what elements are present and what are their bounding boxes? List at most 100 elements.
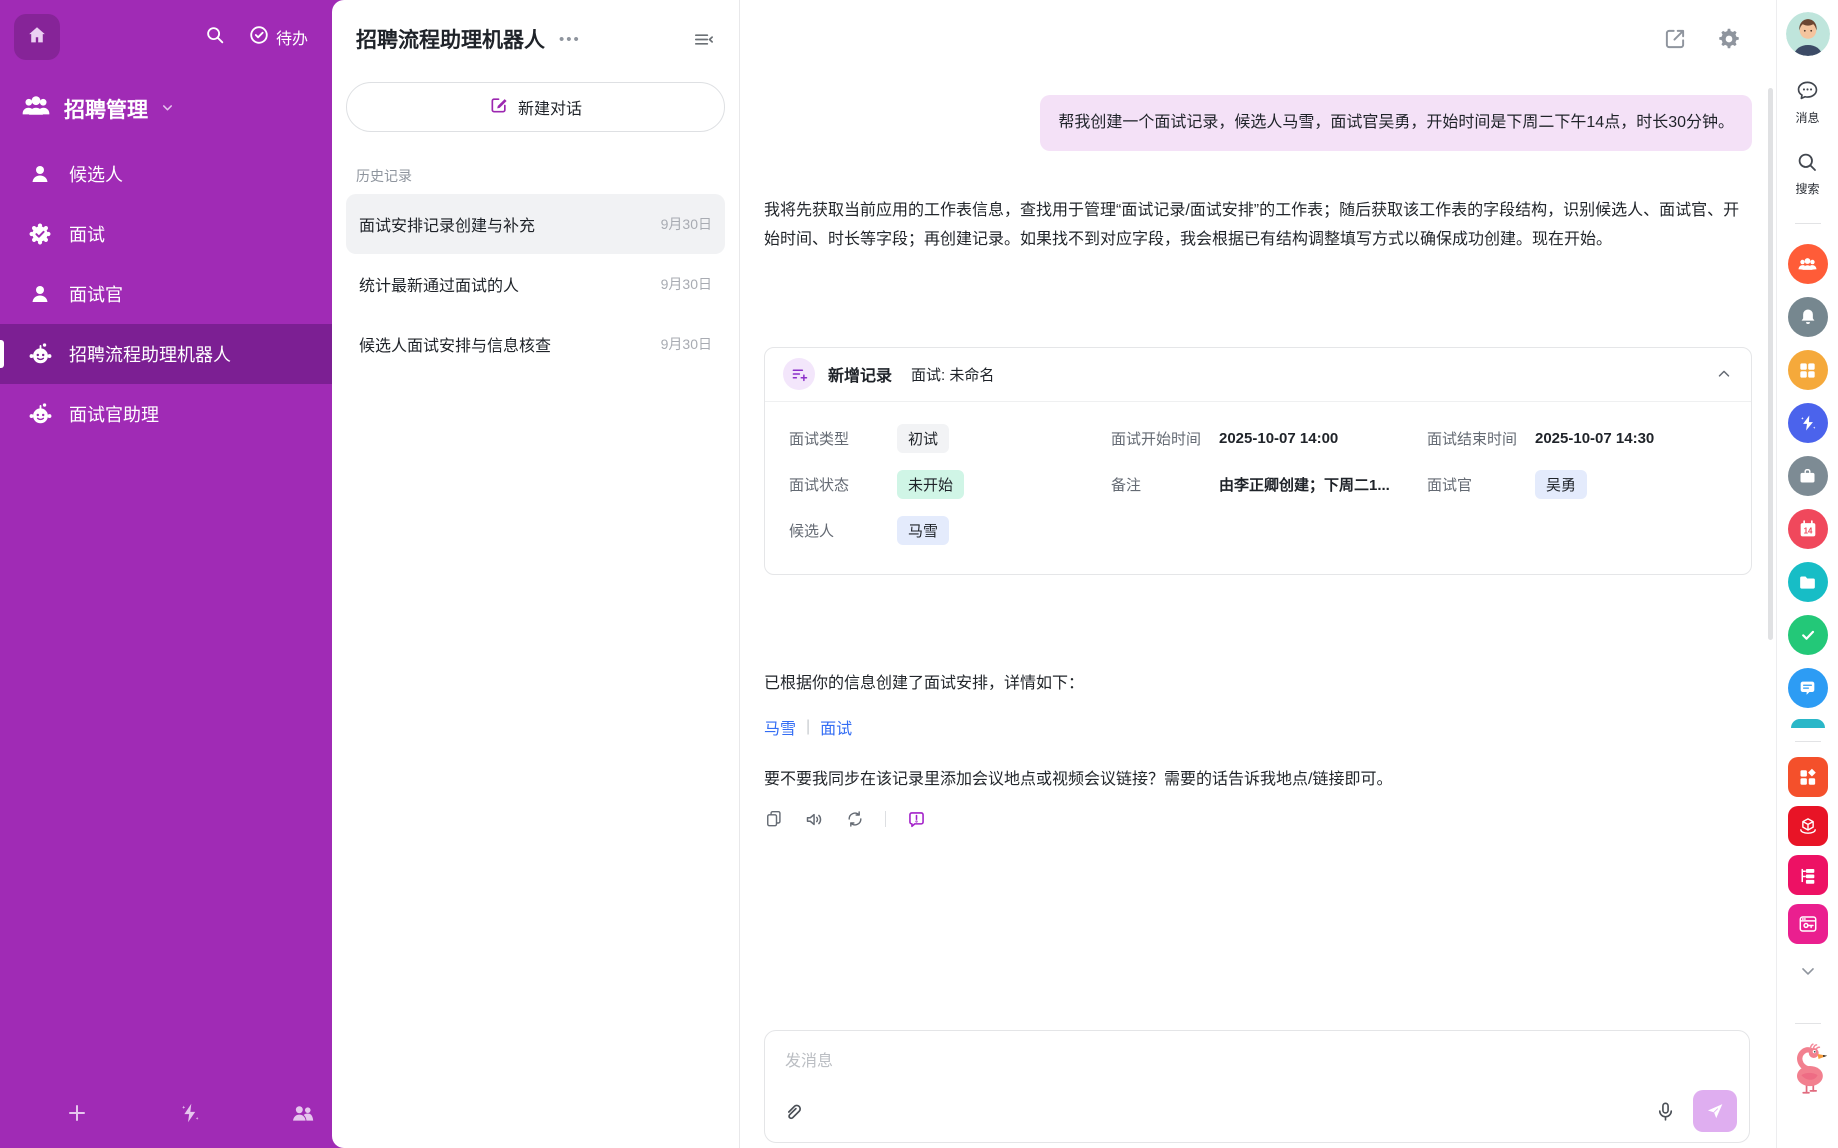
app-contacts-icon[interactable] xyxy=(1788,244,1828,284)
app-access-key-icon[interactable] xyxy=(1788,904,1828,944)
rail-divider xyxy=(1795,741,1821,742)
main-area: 招聘流程助理机器人 ••• 新建对话 历史记录 面试安排记录创建与补充 9月30… xyxy=(332,0,1838,1148)
app-notifications-icon[interactable] xyxy=(1788,297,1828,337)
collapse-panel-icon[interactable] xyxy=(692,28,715,51)
feedback-icon[interactable] xyxy=(906,809,927,830)
sidebar-top: 待办 xyxy=(0,0,332,60)
copy-icon[interactable] xyxy=(764,809,784,829)
message-actions xyxy=(764,809,1752,830)
field-label: 备注 xyxy=(1111,474,1219,495)
badge-check-icon xyxy=(26,220,54,248)
app-automation-icon[interactable] xyxy=(1788,403,1828,443)
home-icon xyxy=(26,24,48,51)
app-briefcase-icon[interactable] xyxy=(1788,456,1828,496)
workspace-label: 招聘管理 xyxy=(64,94,148,124)
app-approval-icon[interactable] xyxy=(1788,615,1828,655)
message-thread: 帮我创建一个面试记录，候选人马雪，面试官吴勇，开始时间是下周二下午14点，时长3… xyxy=(764,0,1752,830)
read-aloud-icon[interactable] xyxy=(804,809,825,830)
person-icon xyxy=(26,280,54,308)
rail-messages[interactable]: 消息 xyxy=(1795,78,1820,126)
new-chat-icon xyxy=(489,95,509,120)
assistant-message-followup: 要不要我同步在该记录里添加会议地点或视频会议链接？需要的话告诉我地点/链接即可。 xyxy=(764,765,1752,789)
flamingo-mascot[interactable] xyxy=(1785,1034,1831,1101)
chevron-up-icon[interactable] xyxy=(1715,365,1733,383)
conversation-panel: 招聘流程助理机器人 ••• 新建对话 历史记录 面试安排记录创建与补充 9月30… xyxy=(332,0,740,1148)
rail-search[interactable]: 搜索 xyxy=(1795,150,1819,197)
more-options-icon[interactable]: ••• xyxy=(559,31,581,48)
attachment-paperclip-icon[interactable] xyxy=(781,1099,805,1123)
add-icon[interactable] xyxy=(62,1098,92,1128)
message-input[interactable] xyxy=(765,1031,1749,1087)
sidebar-item-label: 面试 xyxy=(69,221,105,247)
app-calendar-icon[interactable]: 14 xyxy=(1788,509,1828,549)
history-item-date: 9月30日 xyxy=(661,214,712,234)
workspace-switcher[interactable]: 招聘管理 xyxy=(0,60,332,134)
app-folder-icon[interactable] xyxy=(1788,562,1828,602)
history-section-label: 历史记录 xyxy=(356,166,715,186)
todo-button[interactable]: 待办 xyxy=(248,24,308,51)
record-card-header: 新增记录 面试: 未命名 xyxy=(765,348,1751,402)
settings-gear-icon[interactable] xyxy=(1716,26,1742,52)
sidebar-item-interviewers[interactable]: 面试官 xyxy=(0,264,332,324)
interview-link[interactable]: 面试 xyxy=(820,715,852,739)
tag-candidate[interactable]: 马雪 xyxy=(897,516,949,545)
field-interview-type: 面试类型 初试 xyxy=(789,420,1111,458)
user-avatar[interactable] xyxy=(1786,12,1830,56)
sidebar-menu: 候选人 面试 面试官 招聘流程助理机器人 面试官助理 xyxy=(0,144,332,444)
app-comments-icon[interactable] xyxy=(1788,668,1828,708)
todo-check-icon xyxy=(248,24,270,51)
history-item-title: 统计最新通过面试的人 xyxy=(359,272,519,296)
rail-divider xyxy=(1795,223,1821,224)
tag-interviewer[interactable]: 吴勇 xyxy=(1535,470,1587,499)
sidebar-item-label: 招聘流程助理机器人 xyxy=(69,341,231,367)
record-card: 新增记录 面试: 未命名 面试类型 初试 面试开始时间 2025-10-07 1… xyxy=(764,347,1752,575)
sidebar-item-interviewer-assistant[interactable]: 面试官助理 xyxy=(0,384,332,444)
field-status: 面试状态 未开始 xyxy=(789,466,1111,504)
app-structure-icon[interactable] xyxy=(1788,855,1828,895)
field-value: 2025-10-07 14:30 xyxy=(1535,430,1654,447)
sidebar-item-interviews[interactable]: 面试 xyxy=(0,204,332,264)
microphone-icon[interactable] xyxy=(1654,1100,1677,1123)
chat-scrollbar[interactable] xyxy=(1768,88,1773,640)
app-3d-model-icon[interactable] xyxy=(1788,806,1828,846)
send-button[interactable] xyxy=(1693,1090,1737,1132)
members-icon[interactable] xyxy=(288,1098,318,1128)
sidebar-search-button[interactable] xyxy=(204,24,226,51)
history-item-date: 9月30日 xyxy=(661,334,712,354)
new-chat-button[interactable]: 新建对话 xyxy=(346,82,725,132)
rail-chevron-down-icon[interactable] xyxy=(1798,961,1818,981)
regenerate-icon[interactable] xyxy=(845,809,865,829)
partially-hidden-app-icon[interactable] xyxy=(1791,719,1825,728)
history-item[interactable]: 统计最新通过面试的人 9月30日 xyxy=(346,254,725,314)
assistant-message-result: 已根据你的信息创建了面试安排，详情如下： xyxy=(764,669,1752,693)
tag-status[interactable]: 未开始 xyxy=(897,470,964,499)
field-candidate: 候选人 马雪 xyxy=(789,512,1111,550)
link-separator: | xyxy=(806,718,810,736)
open-in-new-icon[interactable] xyxy=(1662,26,1688,52)
app-components-icon[interactable] xyxy=(1788,757,1828,797)
candidate-link[interactable]: 马雪 xyxy=(764,715,796,739)
field-interviewer: 面试官 吴勇 xyxy=(1427,466,1727,504)
automation-lightning-icon[interactable] xyxy=(175,1098,205,1128)
app-grid-icon[interactable] xyxy=(1788,350,1828,390)
tag-interview-type[interactable]: 初试 xyxy=(897,424,949,453)
record-card-fields: 面试类型 初试 面试开始时间 2025-10-07 14:00 面试结束时间 2… xyxy=(765,402,1751,574)
robot-icon xyxy=(26,400,54,428)
sidebar-item-candidates[interactable]: 候选人 xyxy=(0,144,332,204)
rail-divider xyxy=(1795,1023,1821,1024)
home-button[interactable] xyxy=(14,14,60,60)
field-value: 由李正卿创建；下周二1... xyxy=(1219,474,1390,495)
sidebar: 待办 招聘管理 候选人 面试 面试官 招聘流程助理机器人 xyxy=(0,0,332,1148)
rail-search-label: 搜索 xyxy=(1795,180,1819,197)
field-label: 候选人 xyxy=(789,520,897,541)
search-icon xyxy=(204,24,226,51)
history-item-date: 9月30日 xyxy=(661,274,712,294)
field-label: 面试类型 xyxy=(789,428,897,449)
history-item[interactable]: 面试安排记录创建与补充 9月30日 xyxy=(346,194,725,254)
sidebar-item-recruit-bot[interactable]: 招聘流程助理机器人 xyxy=(0,324,332,384)
field-start-time: 面试开始时间 2025-10-07 14:00 xyxy=(1111,420,1427,458)
search-icon xyxy=(1795,150,1819,177)
field-remark: 备注 由李正卿创建；下周二1... xyxy=(1111,466,1427,504)
conversation-header: 招聘流程助理机器人 ••• xyxy=(346,24,725,54)
history-item[interactable]: 候选人面试安排与信息核查 9月30日 xyxy=(346,314,725,374)
